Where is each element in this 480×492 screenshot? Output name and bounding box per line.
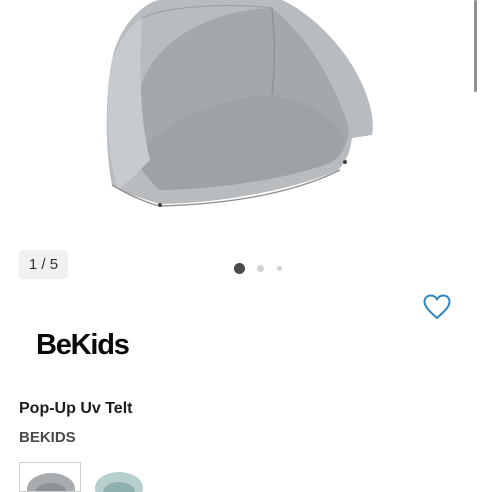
thumbnail[interactable] xyxy=(88,462,150,492)
product-title: Pop-Up Uv Telt xyxy=(19,400,133,417)
brand-logo[interactable]: BeKids xyxy=(36,329,130,362)
carousel-dots[interactable] xyxy=(234,262,282,274)
carousel-dot-active[interactable] xyxy=(234,262,245,274)
product-image-tent[interactable] xyxy=(0,0,480,232)
heart-outline-icon[interactable] xyxy=(423,294,451,320)
brand-name[interactable]: BEKIDS xyxy=(19,429,76,446)
carousel-dot[interactable] xyxy=(257,264,264,272)
scrollbar[interactable] xyxy=(474,0,477,92)
carousel-dot[interactable] xyxy=(277,265,282,271)
thumbnail-selected[interactable] xyxy=(19,462,81,492)
image-counter: 1 / 5 xyxy=(19,250,68,279)
